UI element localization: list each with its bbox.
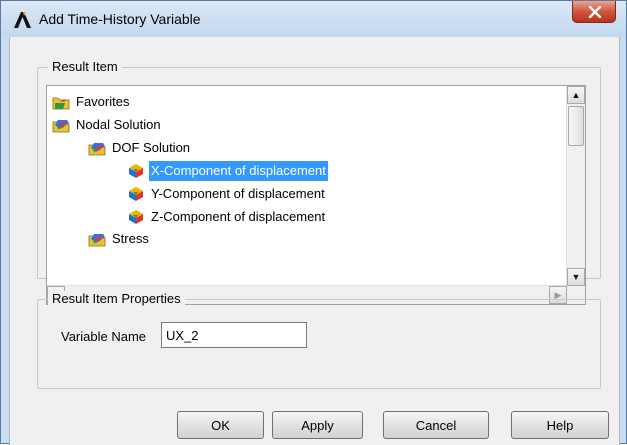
results-folder-icon [88,231,106,247]
result-item-properties-legend: Result Item Properties [48,291,185,306]
scroll-down-button[interactable]: ▼ [567,268,585,286]
ansys-logo-icon [14,12,31,28]
results-folder-icon [52,117,70,133]
scroll-thumb[interactable] [568,106,584,146]
tree-item[interactable]: Favorites [52,91,131,111]
tree-item[interactable]: Z-Component of displacement [127,206,327,226]
results-folder-icon [88,140,106,156]
variable-name-label: Variable Name [61,329,147,344]
cancel-button[interactable]: Cancel [383,411,489,439]
favorites-folder-icon [52,94,70,110]
window-title: Add Time-History Variable [39,11,201,27]
ok-button[interactable]: OK [177,411,264,439]
help-button[interactable]: Help [511,411,609,439]
vertical-scrollbar[interactable]: ▲ ▼ [566,86,585,286]
result-item-properties-group: Result Item Properties [37,291,601,389]
tree-item-label: Nodal Solution [76,116,161,132]
dialog-window: Add Time-History Variable Result Item Fa… [0,0,627,445]
tree-item[interactable]: DOF Solution [88,137,192,157]
variable-name-input[interactable] [161,322,307,348]
tree-item-label: Stress [112,230,149,246]
tree-item-label: Z-Component of displacement [151,208,326,224]
result-tree[interactable]: Favorites Nodal Solution DOF Solution X-Com… [46,85,586,305]
tree-item-label: Y-Component of displacement [151,185,325,201]
tree-item[interactable]: Y-Component of displacement [127,183,327,203]
close-button[interactable] [572,1,616,23]
result-cube-icon [127,163,145,179]
title-bar[interactable]: Add Time-History Variable [1,1,626,37]
result-cube-icon [127,186,145,202]
scroll-up-button[interactable]: ▲ [567,86,585,104]
apply-button[interactable]: Apply [272,411,363,439]
tree-view[interactable]: Favorites Nodal Solution DOF Solution X-Com… [47,86,567,286]
result-cube-icon [127,209,145,225]
tree-item[interactable]: X-Component of displacement [127,159,329,182]
tree-item-label: X-Component of displacement [148,159,329,182]
close-icon [588,6,602,18]
tree-item-label: Favorites [76,93,130,109]
tree-item[interactable]: Nodal Solution [52,114,163,134]
tree-item[interactable]: Stress [88,228,151,248]
result-item-legend: Result Item [48,59,122,74]
tree-item-label: DOF Solution [112,139,191,155]
